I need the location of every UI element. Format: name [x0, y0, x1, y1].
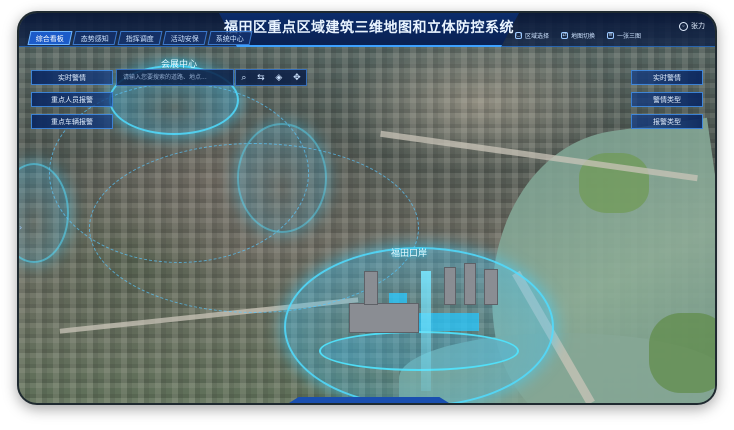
realtime-alert-button-right[interactable]: 实时警情 — [631, 70, 703, 85]
chevron-right-icon[interactable]: › — [19, 223, 22, 232]
layers-icon: ≡ — [606, 32, 614, 39]
tab-command[interactable]: 指挥调度 — [117, 31, 163, 45]
area-icon: ▢ — [514, 32, 522, 39]
layers-icon[interactable]: ◈ — [275, 73, 282, 83]
app-window: 会展中心 福田口岸 福田区重点区域建筑三维地图和立体防控系统 综合看板 态势感知… — [17, 11, 717, 405]
tab-overview[interactable]: 综合看板 — [27, 31, 73, 45]
swap-icon[interactable]: ⇆ — [257, 73, 265, 83]
key-person-alert-button[interactable]: 重点人员报警 — [31, 92, 113, 107]
map-switch-icon: ⇄ — [560, 32, 568, 39]
realtime-alert-button[interactable]: 实时警情 — [31, 70, 113, 85]
search-input[interactable]: 请输入您要搜索的道路、地点... — [116, 69, 234, 86]
main-nav: 综合看板 态势感知 指挥调度 活动安保 系统中心 — [27, 31, 253, 45]
building — [484, 269, 498, 305]
tab-security[interactable]: 活动安保 — [162, 31, 208, 45]
alarm-type-button[interactable]: 报警类型 — [631, 114, 703, 129]
layers-button[interactable]: ≡ 一张三图 — [606, 31, 641, 40]
key-vehicle-alert-button[interactable]: 重点车辆报警 — [31, 114, 113, 129]
search-tools: ⌕ ⇆ ◈ ✥ — [235, 69, 307, 86]
zone-label: 福田口岸 — [391, 249, 428, 259]
bottom-accent — [289, 397, 449, 403]
building — [364, 271, 378, 305]
move-icon[interactable]: ✥ — [293, 73, 301, 83]
building — [444, 267, 456, 305]
light-beam — [421, 271, 431, 391]
user-name: 张力 — [691, 22, 705, 30]
highlighted-area — [389, 293, 407, 303]
tab-system[interactable]: 系统中心 — [207, 31, 253, 45]
app-title: 福田区重点区域建筑三维地图和立体防控系统 — [224, 20, 514, 36]
search-icon[interactable]: ⌕ — [241, 73, 246, 83]
building — [349, 303, 419, 333]
user-menu[interactable]: ◦ 张力 — [679, 21, 705, 31]
area-select-button[interactable]: ▢ 区域选择 — [514, 31, 549, 40]
alert-type-button[interactable]: 警情类型 — [631, 92, 703, 107]
map-switch-button[interactable]: ⇄ 地图切换 — [560, 31, 595, 40]
building — [464, 263, 476, 305]
zone-base-ring — [319, 331, 519, 371]
park-area — [649, 313, 715, 393]
user-icon: ◦ — [679, 21, 688, 31]
tab-situation[interactable]: 态势感知 — [72, 31, 118, 45]
toolbar: ▢ 区域选择 ⇄ 地图切换 ≡ 一张三图 — [514, 31, 641, 40]
